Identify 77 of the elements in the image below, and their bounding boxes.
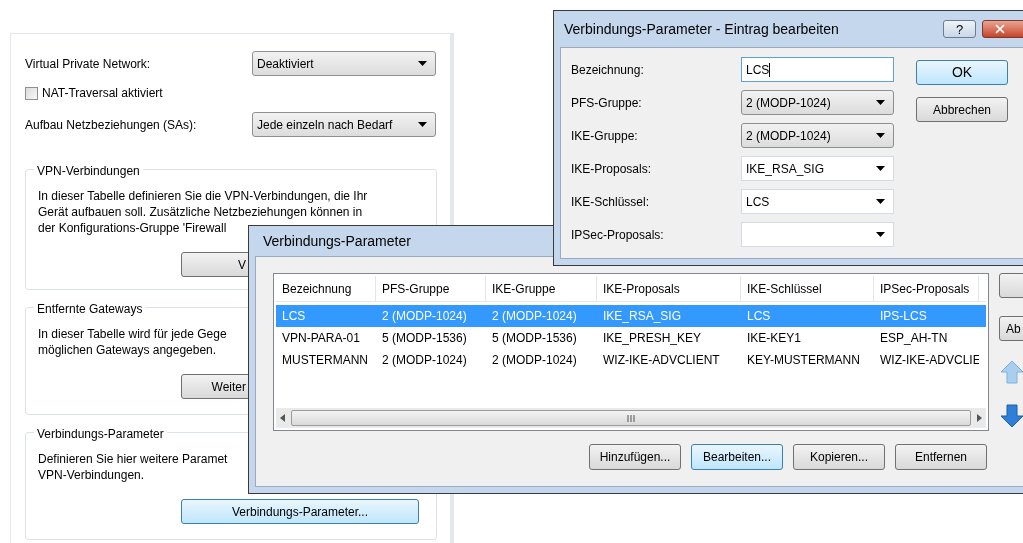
grip-icon [627,414,635,422]
field-label: IKE-Proposals: [571,160,653,178]
table-cell-text: 2 (MODP-1024) [381,352,468,369]
table-cell-text: 5 (MODP-1536) [381,330,468,347]
column-header[interactable]: Bezeichnung [276,276,376,301]
scroll-left-icon[interactable] [280,414,285,422]
caret-icon [876,133,885,138]
text-cursor [769,62,771,77]
table-cell-text: 2 (MODP-1024) [381,308,468,325]
description-text: In dieser Tabelle definieren Sie die VPN-Verbindungen, die Ihr [38,188,368,204]
dialog-button[interactable]: Bearbeiten... [691,444,783,470]
table-cell-text: ESP_AH-TN [879,330,949,347]
settings-button[interactable]: Verbindungs-Parameter... [181,499,419,524]
caret-icon [876,199,885,204]
scrollbar-thumb[interactable] [291,410,971,426]
field-label: Virtual Private Network: [25,55,151,73]
side-button[interactable]: Ab [999,316,1023,341]
column-header[interactable]: IKE-Gruppe [486,276,597,301]
text-field[interactable]: LCS [741,57,894,82]
table-cell-text: LCS [746,308,772,325]
description-text: VPN-Verbindungen. [38,467,145,483]
field-label: IKE-Schlüssel: [571,193,651,211]
settings-button[interactable]: V [181,252,251,277]
table-cell-text: VPN-PARA-01 [281,330,361,347]
table-cell-text: IKE_PRESH_KEY [602,330,703,347]
settings-button[interactable]: Weiter [181,374,251,399]
table-cell-text: IPS-LCS [879,308,928,325]
window-title: Verbindungs-Parameter [263,231,411,251]
caret-icon [418,61,427,66]
column-header[interactable]: IKE-Schlüssel [741,276,874,301]
description-text: möglichen Gateways angegeben. [38,342,217,358]
column-header[interactable]: PFS-Gruppe [376,276,486,301]
table-cell-text: 2 (MODP-1024) [491,352,578,369]
dropdown[interactable]: LCS [741,189,894,214]
window-title: Verbindungs-Parameter - Eintrag bearbeiten [564,19,840,39]
caret-icon [876,232,885,237]
table-cell-text: KEY-MUSTERMANN [746,352,861,369]
table-cell-text: IKE-KEY1 [746,330,803,347]
description-text: Gerät aufbauen soll. Zusätzliche Netzbeziehungen können in [38,204,363,220]
description-text: der Konfigurations-Gruppe 'Firewall [38,220,227,236]
field-label: Bezeichnung: [571,61,645,79]
table-cell-text: LCS [281,308,307,325]
help-button[interactable]: ? [943,20,976,38]
dialog-button[interactable]: Hinzufügen... [589,444,681,470]
column-header[interactable]: IPSec-Proposals [874,276,979,301]
field-label: IKE-Gruppe: [571,127,639,145]
field-label: IPSec-Proposals: [571,226,665,244]
column-header[interactable]: IKE-Proposals [597,276,741,301]
caret-icon [418,122,427,127]
scroll-right-icon[interactable] [977,414,982,422]
table-cell-text: MUSTERMANN [281,352,369,369]
dropdown[interactable]: IKE_RSA_SIG [741,156,894,181]
table-cell-text: 2 (MODP-1024) [491,308,578,325]
table-cell-text: 5 (MODP-1536) [491,330,578,347]
dropdown[interactable]: Deaktiviert [252,51,436,76]
dropdown[interactable]: 2 (MODP-1024) [741,123,894,148]
caret-icon [876,166,885,171]
field-label: Aufbau Netzbeziehungen (SAs): [25,116,197,134]
checkbox[interactable] [25,86,38,100]
description-text: In dieser Tabelle wird für jede Gege [38,326,227,342]
caret-icon [876,100,885,105]
close-icon [993,22,1007,36]
dialog-button[interactable]: Kopieren... [793,444,885,470]
close-button[interactable] [982,20,1023,38]
checkbox-label: NAT-Traversal aktiviert [42,85,163,102]
dropdown[interactable]: 2 (MODP-1024) [741,90,894,115]
dropdown[interactable]: Jede einzeln nach Bedarf [252,112,436,137]
table-cell-text: IKE_RSA_SIG [602,308,683,325]
table-row[interactable]: VPN-PARA-01 5 (MODP-1536) 5 (MODP-1536) IKE_PRESH_KEY IKE-KEY1 ESP_AH-TN [276,327,986,349]
field-label: PFS-Gruppe: [571,94,643,112]
description-text: Definieren Sie hier weitere Paramet [38,451,228,467]
table-cell-text: WIZ-IKE-ADVCLIENT [602,352,721,369]
dialog-button[interactable]: OK [916,60,1008,85]
dialog-button[interactable]: Abbrechen [916,97,1008,122]
horizontal-scrollbar[interactable] [276,408,986,428]
dialog-button[interactable]: Entfernen [895,444,987,470]
arrow-down-icon[interactable] [999,403,1023,429]
